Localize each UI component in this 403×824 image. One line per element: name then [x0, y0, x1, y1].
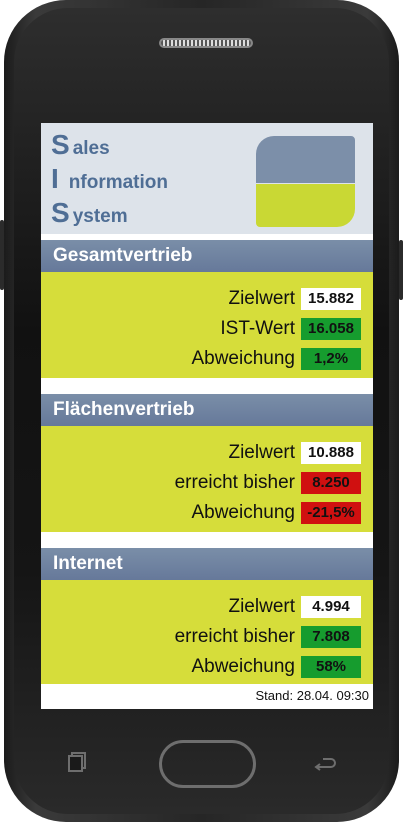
value-badge: 8.250 [301, 472, 361, 494]
row-label: IST-Wert [220, 318, 295, 339]
value-badge: 4.994 [301, 596, 361, 618]
row-label: Zielwert [228, 288, 295, 309]
logo-letter: S [51, 197, 70, 228]
value-badge: 16.058 [301, 318, 361, 340]
value-badge: 58% [301, 656, 361, 678]
row-label: Abweichung [191, 656, 295, 677]
logo-line-information: Information [51, 163, 168, 195]
row-erreicht-bisher: erreicht bisher 7.808 [175, 622, 361, 652]
row-label: Zielwert [228, 442, 295, 463]
row-zielwert: Zielwert 4.994 [228, 592, 361, 622]
row-abweichung: Abweichung 1,2% [191, 344, 361, 374]
row-ist-wert: IST-Wert 16.058 [220, 314, 361, 344]
back-icon[interactable] [313, 754, 337, 772]
row-label: Zielwert [228, 596, 295, 617]
row-abweichung: Abweichung -21,5% [191, 498, 361, 528]
logo-line-sales: Sales [51, 129, 110, 161]
section-flaechenvertrieb: Zielwert 10.888 erreicht bisher 8.250 Ab… [41, 426, 373, 532]
row-zielwert: Zielwert 15.882 [228, 284, 361, 314]
row-erreicht-bisher: erreicht bisher 8.250 [175, 468, 361, 498]
section-internet: Zielwert 4.994 erreicht bisher 7.808 Abw… [41, 580, 373, 684]
value-badge: 7.808 [301, 626, 361, 648]
speaker-grille [159, 38, 253, 48]
power-button [399, 240, 403, 300]
value-badge: 15.882 [301, 288, 361, 310]
app-logo: Sales Information System [41, 123, 373, 234]
logo-line-system: System [51, 197, 128, 229]
value-badge: -21,5% [301, 502, 361, 524]
row-abweichung: Abweichung 58% [191, 652, 361, 682]
logo-word: nformation [68, 172, 168, 193]
row-label: erreicht bisher [174, 626, 295, 647]
section-gesamtvertrieb: Zielwert 15.882 IST-Wert 16.058 Abweichu… [41, 272, 373, 378]
section-title-flaechenvertrieb: Flächenvertrieb [41, 394, 373, 426]
row-label: Abweichung [191, 348, 295, 369]
volume-button [0, 220, 4, 290]
section-title-gesamtvertrieb: Gesamtvertrieb [41, 240, 373, 272]
row-zielwert: Zielwert 10.888 [228, 438, 361, 468]
value-badge: 1,2% [301, 348, 361, 370]
row-label: Abweichung [191, 502, 295, 523]
logo-letter: I [51, 163, 59, 194]
recent-apps-icon[interactable] [68, 752, 86, 772]
logo-shape-yellow [256, 184, 355, 227]
logo-word: ystem [72, 206, 128, 227]
logo-letter: S [51, 129, 70, 160]
logo-shape-blue [256, 136, 355, 183]
screen: Sales Information System Gesamtvertrieb … [41, 123, 373, 709]
logo-word: ales [72, 138, 110, 159]
timestamp-label: Stand: 28.04. 09:30 [255, 688, 369, 703]
value-badge: 10.888 [301, 442, 361, 464]
home-button[interactable] [159, 740, 256, 788]
row-label: erreicht bisher [174, 472, 295, 493]
section-title-internet: Internet [41, 548, 373, 580]
